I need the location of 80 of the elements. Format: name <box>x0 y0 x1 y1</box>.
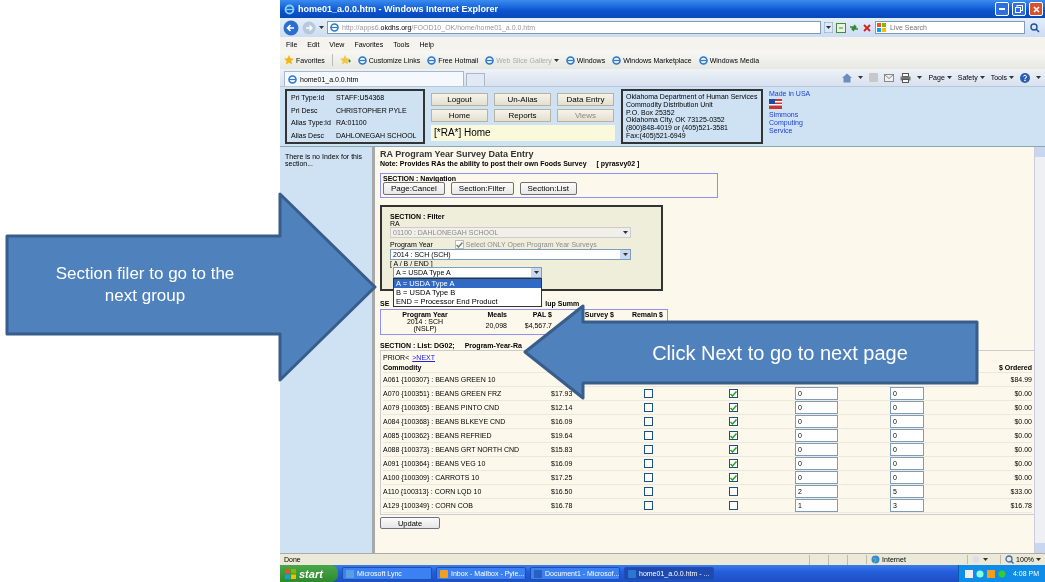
caret-icon <box>1009 76 1014 79</box>
caret-icon <box>1036 76 1041 79</box>
nav-button[interactable]: Home <box>431 108 488 122</box>
checkbox[interactable] <box>643 487 653 496</box>
caret-icon <box>917 76 923 79</box>
browser-icon <box>284 3 295 15</box>
callout-text: Click Next to go to next page <box>652 341 908 366</box>
section-button[interactable]: Section:Filter <box>450 182 514 195</box>
caret-icon <box>979 76 985 79</box>
page-icon <box>698 55 708 65</box>
checkbox[interactable] <box>728 431 738 440</box>
page-icon <box>565 55 575 65</box>
page-icon <box>612 55 622 65</box>
start-button[interactable]: start <box>280 565 338 582</box>
history-caret-icon <box>319 26 324 29</box>
caret-icon <box>858 76 864 79</box>
app-icon <box>346 569 354 578</box>
minimize-icon <box>999 8 1005 10</box>
checkbox[interactable] <box>643 445 653 454</box>
checkbox[interactable] <box>728 403 738 412</box>
checkbox[interactable] <box>643 417 653 426</box>
search-provider-icon <box>877 23 886 32</box>
zoom-icon <box>1005 555 1015 564</box>
checkbox[interactable] <box>728 417 738 426</box>
caret-icon <box>553 58 559 62</box>
search-button[interactable] <box>1028 21 1042 34</box>
checkbox[interactable] <box>728 473 738 482</box>
checkbox[interactable] <box>643 389 653 398</box>
checkbox[interactable] <box>728 459 738 468</box>
checkbox[interactable] <box>728 487 738 496</box>
star-icon <box>284 55 294 65</box>
dropdown-caret-icon[interactable] <box>824 22 833 33</box>
close-icon <box>1032 5 1040 13</box>
check-icon <box>455 241 463 248</box>
nav-button[interactable]: Logout <box>431 92 488 106</box>
section-button[interactable]: Section:List <box>519 182 577 195</box>
back-button[interactable] <box>283 19 299 36</box>
page-icon <box>330 23 339 32</box>
app-icon <box>628 569 636 578</box>
checkbox[interactable] <box>643 501 653 510</box>
flag-icon <box>769 99 782 109</box>
caret-icon <box>533 271 539 274</box>
refresh-icon[interactable] <box>849 22 859 33</box>
mail-icon[interactable] <box>884 73 895 82</box>
caret-icon <box>983 558 989 561</box>
checkbox[interactable] <box>728 389 738 398</box>
caret-icon <box>946 76 952 79</box>
nav-button[interactable]: Un-Alias <box>494 92 551 106</box>
caret-icon <box>1036 558 1041 561</box>
nav-button[interactable]: Reports <box>494 108 551 122</box>
page-icon <box>485 55 495 65</box>
callout-text: Section filer to go to the next group <box>54 262 236 307</box>
checkbox[interactable] <box>643 473 653 482</box>
checkbox[interactable] <box>643 459 653 468</box>
checkbox[interactable] <box>643 403 653 412</box>
restore-icon <box>1015 5 1023 13</box>
section-button[interactable]: Page:Cancel <box>383 182 445 195</box>
page-icon <box>357 55 367 65</box>
caret-icon <box>622 231 628 234</box>
nav-button[interactable]: Data Entry <box>557 92 614 106</box>
checkbox[interactable] <box>728 445 738 454</box>
globe-icon <box>871 555 881 564</box>
checkbox[interactable] <box>728 501 738 510</box>
windows-flag-icon <box>285 568 296 579</box>
minimize-button[interactable] <box>995 2 1009 16</box>
page-label: [*RA*] Home <box>431 124 615 141</box>
help-icon[interactable] <box>1020 72 1030 83</box>
app-icon <box>534 569 542 578</box>
page-title: RA Program Year Survey Data Entry <box>380 149 535 159</box>
page-icon <box>427 55 437 65</box>
print-icon[interactable] <box>900 72 912 83</box>
app-icon <box>440 569 448 578</box>
caret-icon <box>622 253 628 256</box>
restore-button[interactable] <box>1012 2 1026 16</box>
window-title: home01_a.0.0.htm - Windows Internet Explorer <box>298 4 499 14</box>
close-button[interactable] <box>1029 2 1043 16</box>
home-icon[interactable] <box>842 72 853 83</box>
page-icon <box>288 74 297 84</box>
stop-icon[interactable] <box>862 22 872 33</box>
checkbox[interactable] <box>643 431 653 440</box>
